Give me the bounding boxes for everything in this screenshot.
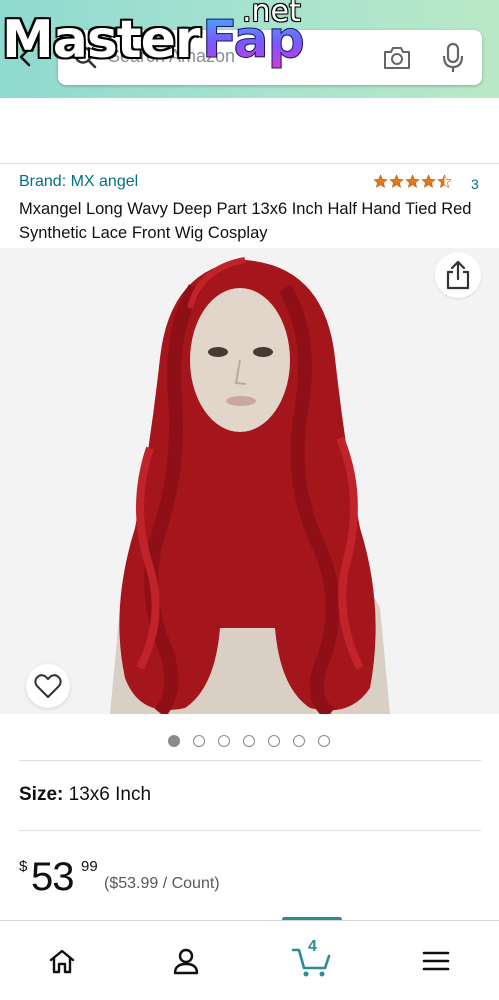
microphone-icon[interactable] — [442, 42, 464, 74]
price-currency: $ — [19, 858, 28, 875]
home-icon — [49, 949, 75, 974]
size-selector[interactable]: Size: 13x6 Inch — [19, 784, 151, 806]
pagination-dot-active[interactable] — [168, 735, 180, 747]
watermark-net: .net — [242, 0, 301, 29]
camera-icon[interactable] — [382, 44, 412, 72]
star-full-icon — [421, 174, 436, 188]
cart-count-badge: 4 — [308, 938, 317, 955]
pagination-dot[interactable] — [193, 735, 205, 747]
price-per-unit: ($53.99 / Count) — [104, 875, 220, 892]
pagination-dot[interactable] — [268, 735, 280, 747]
product-image-carousel[interactable] — [0, 248, 499, 714]
product-title: Mxangel Long Wavy Deep Part 13x6 Inch Ha… — [19, 200, 472, 242]
section-divider — [0, 163, 499, 164]
size-value: 13x6 Inch — [68, 784, 152, 805]
divider — [19, 830, 481, 831]
size-label: Size: — [19, 784, 64, 805]
share-button[interactable] — [435, 252, 481, 298]
nav-account[interactable] — [124, 921, 248, 1000]
image-pagination-dots — [168, 735, 330, 747]
brand-link[interactable]: Brand: MX angel — [19, 173, 138, 191]
watermark-logo: Master Fap .net — [2, 0, 322, 90]
price-fraction: 99 — [81, 858, 98, 875]
pagination-dot[interactable] — [218, 735, 230, 747]
watermark-master: Master — [2, 10, 201, 70]
pagination-dot[interactable] — [293, 735, 305, 747]
share-icon — [446, 260, 470, 290]
nav-menu[interactable] — [374, 921, 498, 1000]
menu-icon — [422, 951, 450, 971]
product-page: Search Amazon Master Fap .net Brand: MX … — [0, 0, 499, 1000]
product-image — [0, 248, 499, 714]
heart-icon — [34, 674, 62, 698]
divider — [19, 760, 481, 761]
star-half-icon — [437, 174, 452, 188]
price-whole: 53 — [31, 855, 74, 899]
top-header: Search Amazon Master Fap .net — [0, 0, 499, 98]
wishlist-heart-button[interactable] — [26, 664, 70, 708]
pagination-dot[interactable] — [243, 735, 255, 747]
star-rating[interactable] — [373, 174, 455, 190]
nav-home[interactable] — [0, 921, 124, 1000]
bottom-navigation — [0, 920, 499, 1000]
rating-count[interactable]: 3 — [471, 176, 479, 192]
account-icon — [173, 948, 199, 975]
star-full-icon — [405, 174, 420, 188]
star-full-icon — [389, 174, 404, 188]
star-full-icon — [373, 174, 388, 188]
pagination-dot[interactable] — [318, 735, 330, 747]
nav-cart[interactable] — [250, 921, 374, 1000]
